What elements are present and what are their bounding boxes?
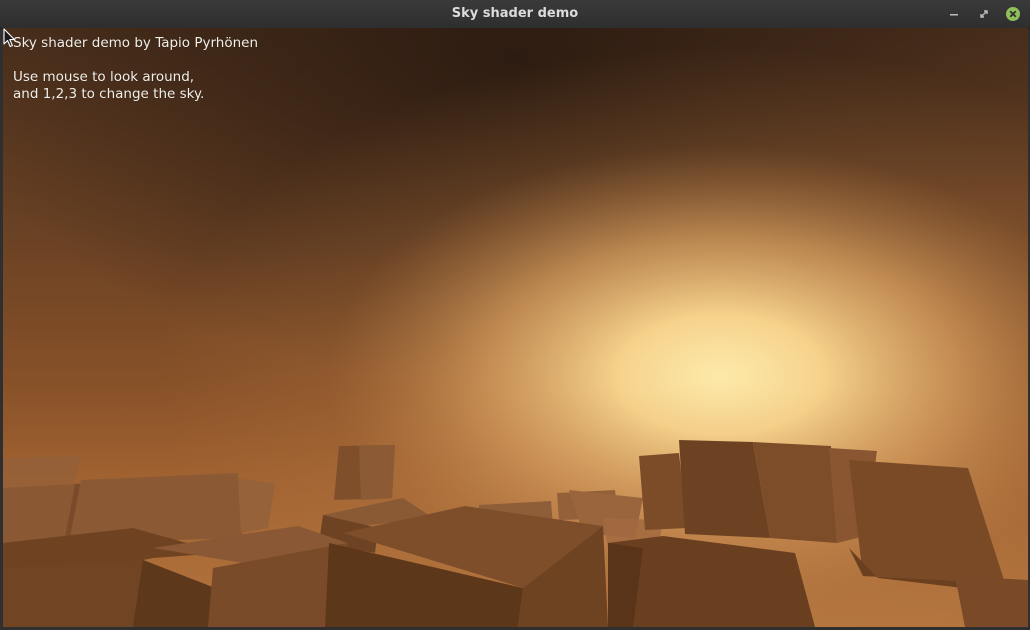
window-title: Sky shader demo: [451, 6, 579, 21]
app-window: Sky shader demo Sky shader demo by Tapio…: [0, 0, 1030, 630]
minimize-icon: [950, 14, 958, 16]
maximize-icon: [980, 10, 988, 18]
sky-scene: [3, 28, 1028, 627]
close-icon: [1006, 7, 1020, 21]
instructions-line-2: and 1,2,3 to change the sky.: [13, 86, 205, 102]
maximize-button[interactable]: [976, 6, 992, 22]
close-button[interactable]: [1005, 6, 1021, 22]
title-bar[interactable]: Sky shader demo: [0, 0, 1030, 29]
instructions-line-1: Use mouse to look around,: [13, 69, 195, 85]
info-overlay: Sky shader demo by Tapio Pyrhönen Use mo…: [13, 35, 258, 103]
mouse-cursor-icon: [3, 28, 16, 48]
credit-text: Sky shader demo by Tapio Pyrhönen: [13, 35, 259, 51]
minimize-button[interactable]: [946, 6, 962, 22]
game-viewport[interactable]: Sky shader demo by Tapio Pyrhönen Use mo…: [3, 28, 1028, 627]
